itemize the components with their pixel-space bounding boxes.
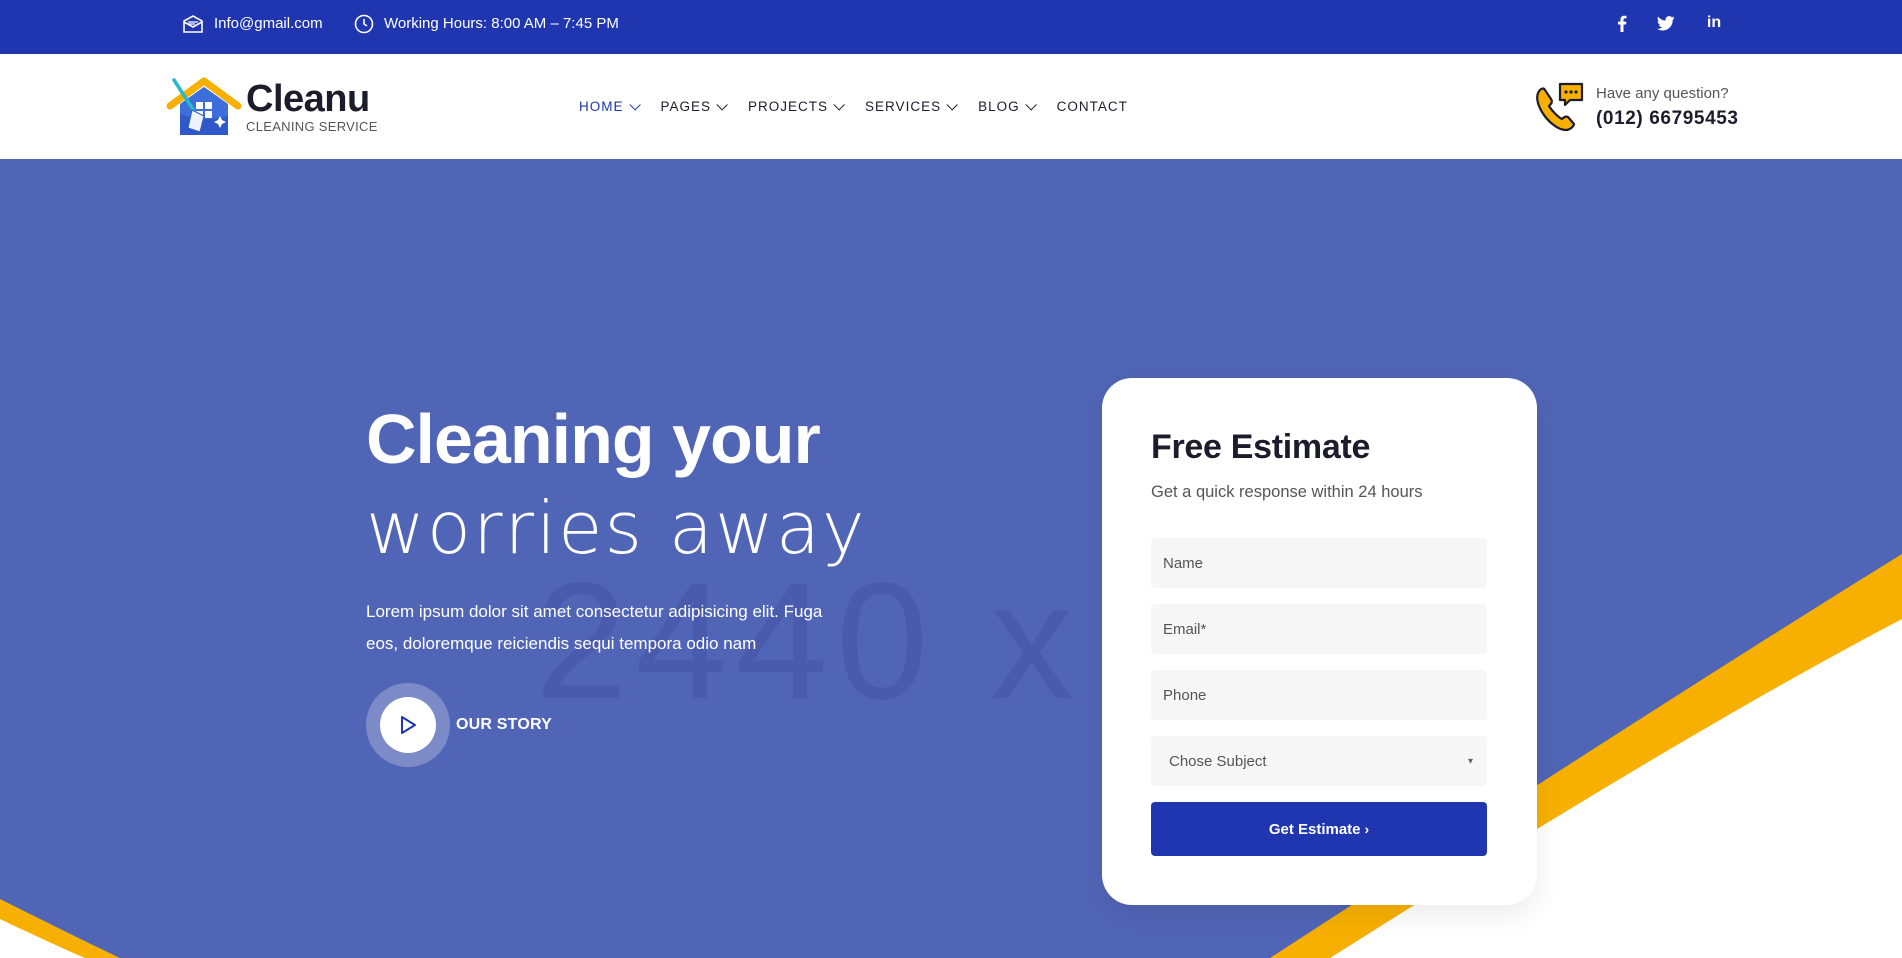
- chevron-down-icon: [1025, 98, 1037, 111]
- phone-field[interactable]: [1151, 670, 1487, 720]
- subject-select[interactable]: Chose Subject ▾: [1151, 736, 1487, 786]
- nav-item-home[interactable]: HOME: [579, 98, 641, 114]
- facebook-icon[interactable]: [1610, 11, 1634, 35]
- hero-description: Lorem ipsum dolor sit amet consectetur a…: [366, 602, 823, 653]
- nav-services-label: SERVICES: [865, 99, 942, 114]
- form-title: Free Estimate: [1151, 428, 1371, 466]
- estimate-form-card: Free Estimate Get a quick response withi…: [1102, 378, 1537, 905]
- top-bar: Info@gmail.com Working Hours: 8:00 AM – …: [0, 0, 1902, 54]
- chevron-down-icon: [946, 98, 958, 111]
- email-field[interactable]: [1151, 604, 1487, 654]
- play-icon: [401, 716, 416, 734]
- get-estimate-button[interactable]: Get Estimate ›: [1151, 802, 1487, 856]
- name-field[interactable]: [1151, 538, 1487, 588]
- our-story-button[interactable]: OUR STORY: [366, 683, 552, 767]
- nav-item-blog[interactable]: BLOG: [978, 98, 1037, 114]
- social-links: in: [0, 0, 1902, 47]
- nav-home-label: HOME: [579, 99, 624, 114]
- house-broom-logo-icon: [166, 76, 242, 138]
- hero-section: 2440 x 15 Cleaning your worries away Lor…: [0, 159, 1902, 958]
- chevron-right-icon: ›: [1364, 821, 1370, 837]
- nav-item-contact[interactable]: CONTACT: [1057, 99, 1128, 114]
- hero-title-line1: Cleaning your: [366, 400, 821, 478]
- chevron-down-icon: [833, 98, 845, 111]
- nav-item-pages[interactable]: PAGES: [660, 98, 728, 114]
- logo-title: Cleanu: [246, 78, 370, 120]
- nav-pages-label: PAGES: [660, 99, 712, 114]
- phone-chat-icon: [1532, 80, 1586, 134]
- call-box[interactable]: Have any question? (012) 66795453: [1532, 80, 1739, 134]
- form-subtitle: Get a quick response within 24 hours: [1151, 483, 1423, 501]
- nav-contact-label: CONTACT: [1056, 99, 1128, 114]
- subject-select-value: Chose Subject: [1169, 752, 1267, 770]
- site-logo[interactable]: Cleanu CLEANING SERVICE: [166, 76, 378, 138]
- nav-item-services[interactable]: SERVICES: [865, 98, 958, 114]
- chevron-down-icon: [628, 98, 641, 111]
- nav-blog-label: BLOG: [978, 99, 1020, 114]
- twitter-icon[interactable]: [1654, 11, 1678, 35]
- nav-item-projects[interactable]: PROJECTS: [748, 98, 845, 114]
- get-estimate-label: Get Estimate: [1268, 820, 1361, 838]
- linkedin-icon[interactable]: in: [1702, 11, 1726, 35]
- chevron-down-icon: [716, 98, 728, 111]
- phone-number[interactable]: (012) 66795453: [1596, 108, 1739, 130]
- our-story-label: OUR STORY: [456, 716, 553, 733]
- logo-subtitle: CLEANING SERVICE: [246, 119, 378, 134]
- main-nav: HOME PAGES PROJECTS SERVICES BLOG CONTAC…: [579, 54, 1152, 159]
- play-button[interactable]: [366, 683, 450, 767]
- main-header: Cleanu CLEANING SERVICE HOME PAGES PROJE…: [0, 54, 1902, 159]
- linkedin-text: in: [1706, 14, 1722, 31]
- call-label: Have any question?: [1596, 84, 1729, 102]
- nav-projects-label: PROJECTS: [748, 99, 829, 114]
- chevron-down-icon: ▾: [1467, 755, 1473, 767]
- hero-title-line2: worries away: [366, 486, 867, 570]
